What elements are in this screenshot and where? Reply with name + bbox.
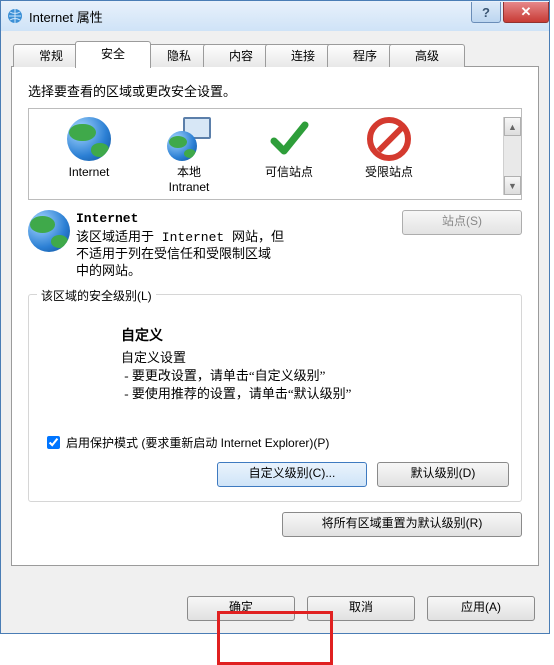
zone-trusted[interactable]: 可信站点: [239, 117, 339, 195]
reset-all-button[interactable]: 将所有区域重置为默认级别(R): [282, 512, 522, 537]
help-button[interactable]: ?: [471, 2, 501, 23]
window-icon: [7, 8, 23, 24]
zone-prompt: 选择要查看的区域或更改安全设置。: [28, 81, 522, 100]
globe-icon: [28, 210, 70, 252]
zone-scrollbar[interactable]: ▲ ▼: [503, 117, 521, 195]
group-legend: 该区域的安全级别(L): [37, 287, 156, 304]
level-name: 自定义: [121, 325, 509, 345]
tab-strip: 常规 安全 隐私 内容 连接 程序 高级: [11, 41, 539, 67]
zone-restricted[interactable]: 受限站点: [339, 117, 439, 195]
protected-mode-label: 启用保护模式 (要求重新启动 Internet Explorer)(P): [66, 434, 329, 451]
default-level-button[interactable]: 默认级别(D): [377, 462, 509, 487]
scroll-down-icon[interactable]: ▼: [504, 176, 521, 195]
level-desc: 自定义设置 - 要更改设置，请单击“自定义级别” - 要使用推荐的设置，请单击“…: [121, 349, 509, 403]
zone-info: Internet 该区域适用于 Internet 网站，但 不适用于列在受信任和…: [28, 210, 522, 280]
tab-security[interactable]: 安全: [75, 41, 151, 68]
zone-internet[interactable]: Internet: [39, 117, 139, 195]
globe-icon: [67, 117, 111, 161]
restricted-icon: [367, 117, 411, 161]
scroll-up-icon[interactable]: ▲: [504, 117, 521, 136]
protected-mode-checkbox[interactable]: [47, 436, 60, 449]
internet-options-window: Internet 属性 ? ✕ 常规 安全 隐私 内容 连接 程序 高级 选择要…: [0, 0, 550, 634]
security-level-group: 该区域的安全级别(L) 自定义 自定义设置 - 要更改设置，请单击“自定义级别”…: [28, 294, 522, 502]
title-bar[interactable]: Internet 属性 ? ✕: [1, 1, 549, 31]
custom-level-button[interactable]: 自定义级别(C)...: [217, 462, 367, 487]
window-title: Internet 属性: [29, 7, 471, 26]
security-panel: 选择要查看的区域或更改安全设置。 Internet 本地Intranet 可信站…: [11, 66, 539, 566]
dialog-footer: 确定 取消 应用(A): [11, 596, 539, 621]
intranet-icon: [167, 117, 211, 161]
zone-desc: 该区域适用于 Internet 网站，但 不适用于列在受信任和受限制区域 中的网…: [76, 229, 402, 280]
zone-name: Internet: [76, 210, 402, 227]
cancel-button[interactable]: 取消: [307, 596, 415, 621]
close-button[interactable]: ✕: [503, 2, 549, 23]
zone-local-intranet[interactable]: 本地Intranet: [139, 117, 239, 195]
apply-button[interactable]: 应用(A): [427, 596, 535, 621]
ok-button[interactable]: 确定: [187, 596, 295, 621]
checkmark-icon: [267, 117, 311, 161]
zone-list: Internet 本地Intranet 可信站点 受限站点 ▲ ▼: [28, 108, 522, 200]
tab-advanced[interactable]: 高级: [389, 44, 465, 67]
sites-button: 站点(S): [402, 210, 522, 235]
